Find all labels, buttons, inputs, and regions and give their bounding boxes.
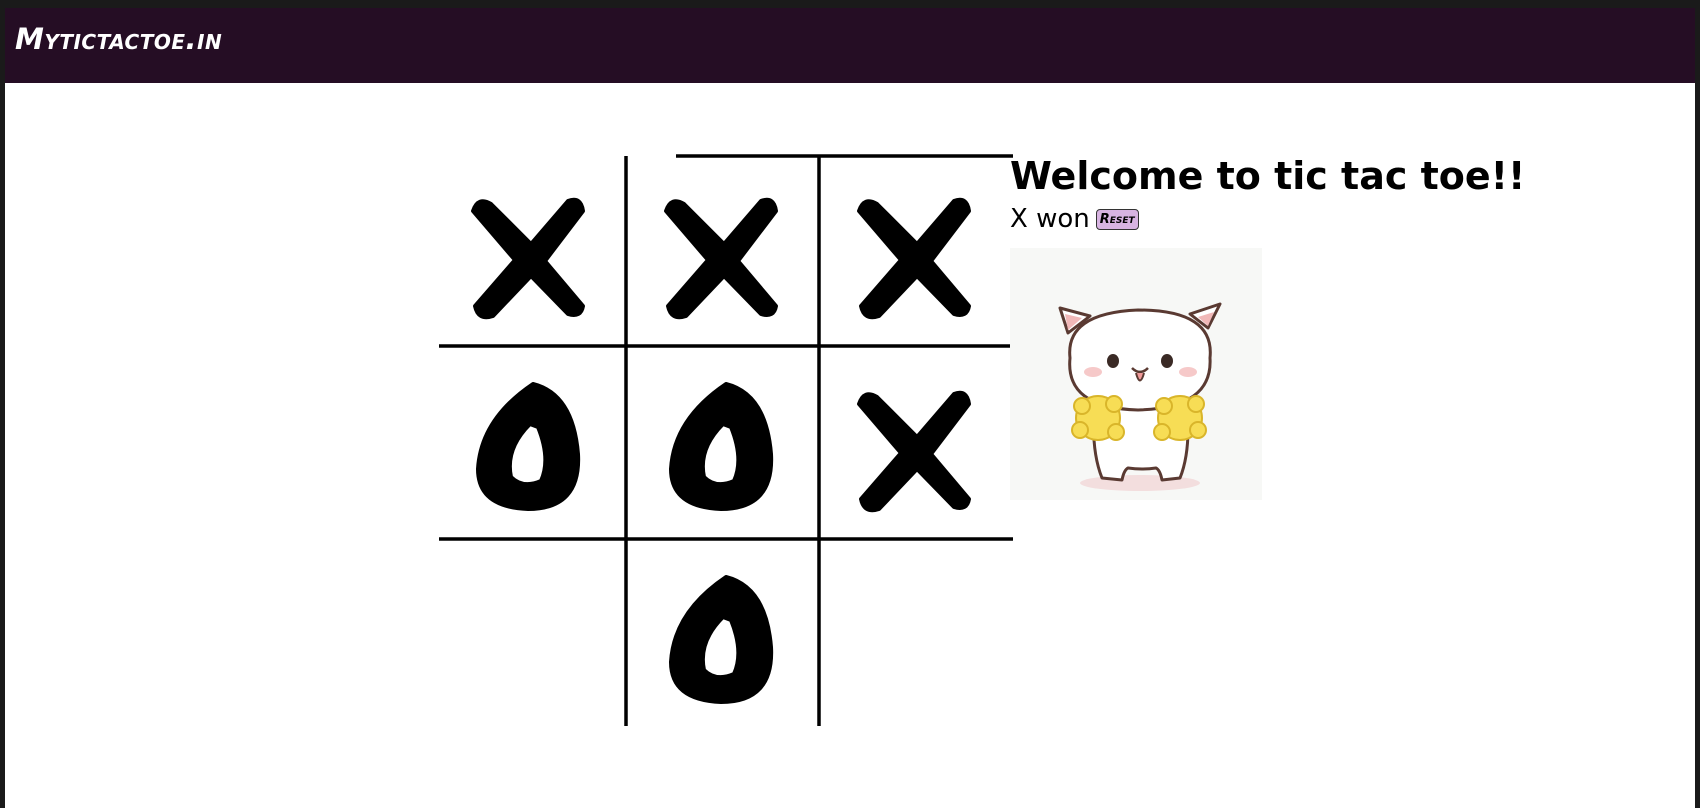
board-cell-3[interactable] bbox=[433, 349, 625, 541]
brand-title[interactable]: Mytictactoe.in bbox=[15, 22, 222, 56]
game-status: X won bbox=[1010, 204, 1090, 234]
o-mark-icon bbox=[476, 382, 581, 511]
board-cell-8[interactable] bbox=[819, 542, 1011, 734]
board-cell-2[interactable] bbox=[819, 156, 1011, 348]
board-cell-0[interactable] bbox=[433, 156, 625, 348]
welcome-heading: Welcome to tic tac toe!! bbox=[1010, 154, 1526, 198]
board-cell-6[interactable] bbox=[433, 542, 625, 734]
top-bar: Mytictactoe.in bbox=[5, 8, 1695, 83]
app-window: Mytictactoe.in Welcome to tic tac toe!! … bbox=[5, 8, 1695, 808]
cheering-cat-icon bbox=[1010, 248, 1262, 500]
board-cell-1[interactable] bbox=[626, 156, 818, 348]
board-cell-5[interactable] bbox=[819, 349, 1011, 541]
game-board bbox=[433, 146, 1013, 726]
board-cell-7[interactable] bbox=[626, 542, 818, 734]
reset-button[interactable]: Reset bbox=[1095, 208, 1139, 230]
x-mark-icon bbox=[857, 197, 971, 320]
x-mark-icon bbox=[664, 197, 778, 320]
x-mark-icon bbox=[471, 197, 585, 320]
info-panel: Welcome to tic tac toe!! X won Reset bbox=[1010, 154, 1525, 234]
x-mark-icon bbox=[857, 390, 971, 513]
o-mark-icon bbox=[669, 575, 774, 704]
o-mark-icon bbox=[669, 382, 774, 511]
status-row: X won Reset bbox=[1010, 204, 1525, 234]
board-cell-4[interactable] bbox=[626, 349, 818, 541]
